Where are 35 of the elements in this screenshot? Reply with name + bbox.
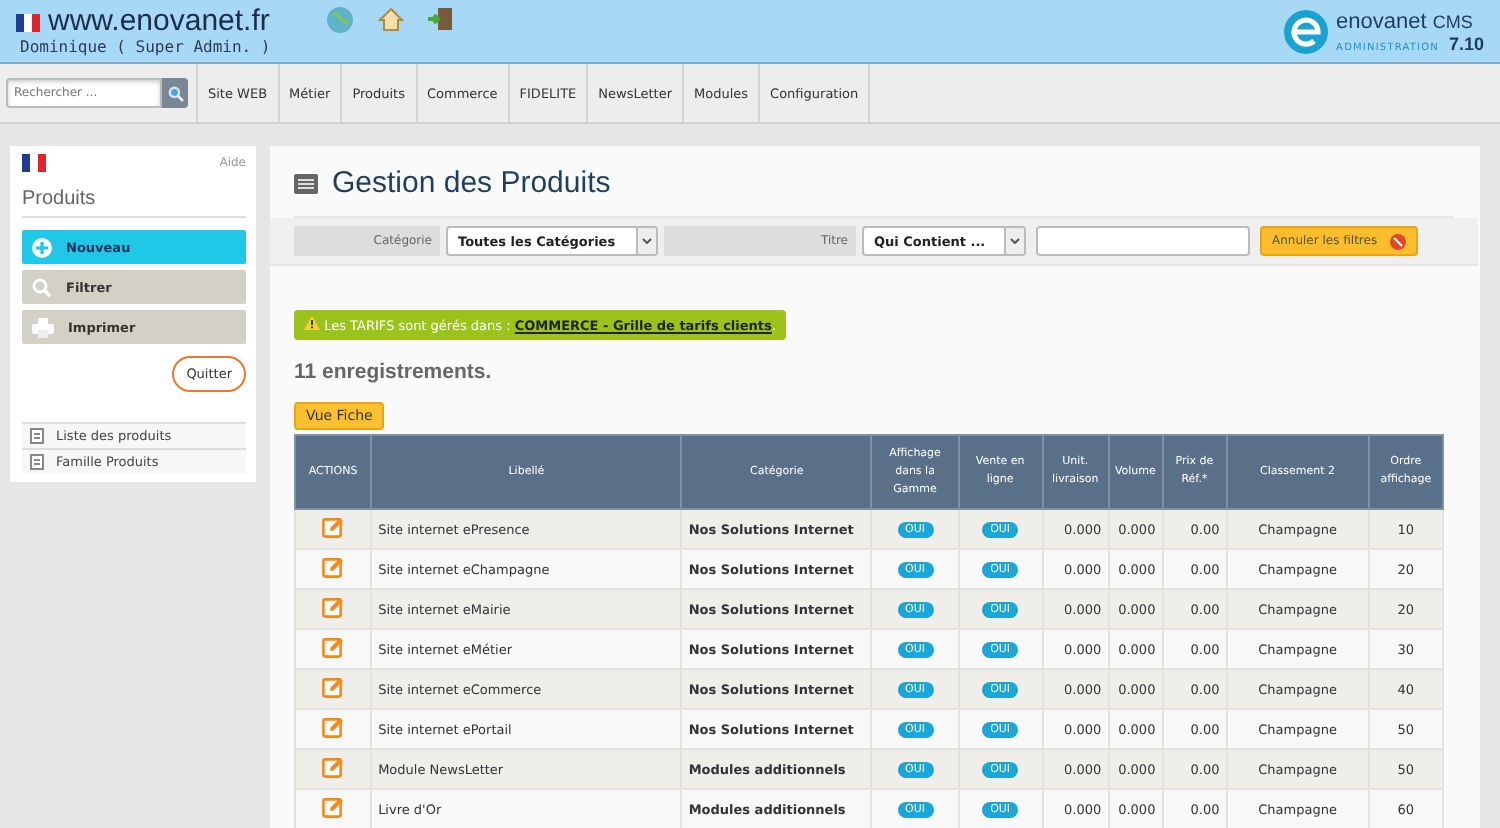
brand-name: enovanet [1336,9,1427,33]
cancel-icon [1389,233,1406,249]
search-button[interactable] [162,78,188,108]
home-icon[interactable] [377,6,404,32]
brand-suffix: CMS [1432,11,1473,31]
list-icon [294,173,318,193]
user-name: Dominique ( Super Admin. ) [20,38,273,56]
warning-icon [304,316,320,330]
version-number: 7.10 [1448,33,1484,53]
record-count: 11 enregistrements. [294,360,494,384]
plus-icon [32,237,52,257]
globe-icon[interactable] [325,6,354,34]
french-flag-icon [16,13,40,31]
search-icon [167,85,183,101]
logo-icon [1284,9,1329,53]
printer-icon [32,317,54,337]
edit-icon[interactable] [322,756,345,778]
document-icon [30,428,44,444]
search-icon [32,277,52,297]
edit-icon[interactable] [322,716,345,738]
chevron-down-icon [642,238,652,244]
page-title: Gestion des Produits [332,166,611,200]
exit-door-icon[interactable] [427,6,454,32]
chevron-down-icon [1010,238,1020,244]
edit-icon[interactable] [322,636,345,658]
edit-icon[interactable] [322,676,345,698]
french-flag-icon [22,154,46,172]
search-text-field[interactable] [1036,226,1250,256]
document-icon [30,454,44,470]
sidebar-title: Produits [22,172,246,218]
edit-icon[interactable] [322,796,345,818]
edit-icon[interactable] [322,516,345,538]
edit-icon[interactable] [322,556,345,578]
site-title: www.enovanet.fr [48,6,270,38]
edit-icon[interactable] [322,596,345,618]
